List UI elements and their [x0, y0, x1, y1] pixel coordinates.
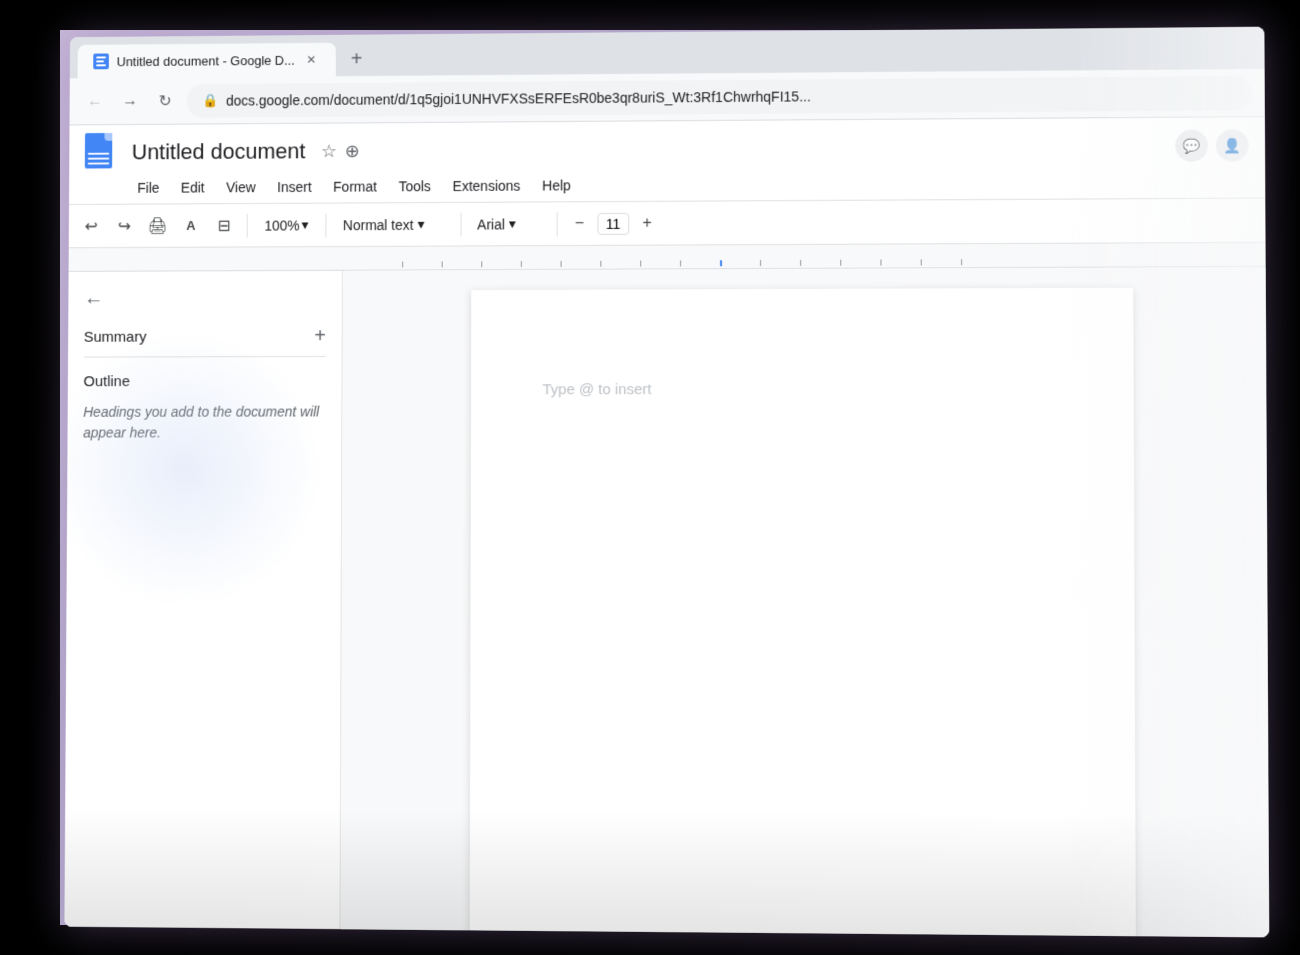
- font-size-minus-button[interactable]: −: [565, 210, 593, 238]
- doc-page[interactable]: Type @ to insert: [469, 288, 1136, 938]
- spell-check-button[interactable]: A: [176, 211, 206, 241]
- ruler-mark-7: [640, 260, 680, 266]
- menu-extensions[interactable]: Extensions: [443, 174, 531, 198]
- docs-area: Untitled document ☆ ⊕ 💬 👤 File Edit View…: [64, 117, 1269, 937]
- outline-empty-text: Headings you add to the document will ap…: [83, 402, 326, 444]
- ruler-mark-5: [561, 261, 601, 267]
- ruler-mark-6: [600, 261, 640, 267]
- font-value: Arial: [477, 216, 505, 232]
- ruler-mark-11: [800, 260, 840, 266]
- sidebar-back-button[interactable]: ←: [84, 287, 326, 311]
- ruler-mark-9: [720, 260, 760, 266]
- menu-tools[interactable]: Tools: [389, 174, 441, 198]
- summary-divider: [84, 356, 326, 358]
- style-selector[interactable]: Normal text ▾: [334, 211, 452, 238]
- summary-label: Summary: [84, 329, 147, 346]
- font-dropdown-icon: ▾: [509, 215, 516, 232]
- browser-window: Untitled document - Google D... ✕ + ← → …: [64, 27, 1269, 937]
- active-tab[interactable]: Untitled document - Google D... ✕: [78, 43, 336, 79]
- ruler-mark-2: [442, 261, 482, 267]
- refresh-button[interactable]: ↻: [151, 87, 178, 115]
- toolbar-divider-1: [247, 213, 248, 237]
- menu-edit[interactable]: Edit: [171, 176, 214, 200]
- header-right-icons: 💬 👤: [1175, 129, 1248, 162]
- docs-header: Untitled document ☆ ⊕ 💬 👤 File Edit View…: [69, 117, 1265, 205]
- menu-file[interactable]: File: [128, 176, 170, 200]
- font-selector[interactable]: Arial ▾: [469, 211, 548, 236]
- redo-button[interactable]: ↪: [110, 211, 139, 241]
- back-button[interactable]: ←: [81, 87, 108, 115]
- tab-title: Untitled document - Google D...: [117, 52, 295, 68]
- lock-icon: 🔒: [202, 92, 218, 108]
- docs-logo: [85, 133, 120, 173]
- ruler-mark-10: [760, 260, 800, 266]
- ruler-mark-4: [521, 261, 561, 267]
- font-size-plus-button[interactable]: +: [633, 209, 661, 237]
- zoom-value: 100%: [264, 217, 299, 233]
- ruler-mark-8: [680, 260, 720, 266]
- ruler-mark-1: [402, 261, 442, 267]
- ruler-mark-12: [840, 260, 880, 266]
- folder-plus-icon[interactable]: ⊕: [345, 141, 360, 162]
- new-tab-button[interactable]: +: [340, 42, 374, 76]
- menu-insert[interactable]: Insert: [267, 175, 321, 199]
- summary-add-button[interactable]: +: [314, 325, 326, 348]
- toolbar-divider-2: [325, 213, 326, 237]
- toolbar-divider-4: [557, 212, 558, 236]
- title-actions: ☆ ⊕: [321, 141, 360, 162]
- outline-sidebar: ← Summary + Outline Headings you add to …: [64, 271, 343, 937]
- ruler-mark-15: [961, 259, 1001, 265]
- address-bar-row: ← → ↻ 🔒 docs.google.com/document/d/1q5gj…: [70, 69, 1265, 126]
- comments-button[interactable]: 💬: [1175, 130, 1208, 162]
- menu-bar: File Edit View Insert Format Tools Exten…: [85, 169, 1249, 200]
- style-value: Normal text: [343, 216, 414, 232]
- address-field[interactable]: 🔒 docs.google.com/document/d/1q5gjoi1UNH…: [187, 76, 1253, 118]
- doc-content-area: ← Summary + Outline Headings you add to …: [64, 267, 1269, 937]
- menu-view[interactable]: View: [216, 175, 265, 199]
- undo-button[interactable]: ↩: [77, 211, 106, 241]
- url-text: docs.google.com/document/d/1q5gjoi1UNHVF…: [226, 88, 811, 108]
- docs-title-row: Untitled document ☆ ⊕ 💬 👤: [85, 125, 1249, 172]
- tab-close-button[interactable]: ✕: [303, 51, 321, 69]
- menu-help[interactable]: Help: [532, 173, 580, 197]
- doc-placeholder: Type @ to insert: [542, 380, 1060, 398]
- ruler-mark-14: [921, 259, 961, 265]
- summary-row: Summary +: [84, 325, 326, 348]
- zoom-selector[interactable]: 100% ▾: [256, 212, 318, 239]
- toolbar: ↩ ↪ 🖨 A ⊟ 100% ▾ Normal text ▾ Arial ▾ −: [69, 199, 1266, 249]
- menu-format[interactable]: Format: [323, 175, 386, 199]
- zoom-dropdown-icon: ▾: [302, 217, 309, 234]
- forward-button[interactable]: →: [116, 87, 143, 115]
- clone-formatting-button[interactable]: ⊟: [209, 210, 239, 240]
- font-size-display[interactable]: 11: [597, 212, 629, 234]
- tab-favicon: [93, 53, 109, 69]
- ruler-mark-13: [880, 259, 920, 265]
- outline-label: Outline: [83, 373, 325, 390]
- toolbar-divider-3: [460, 212, 461, 236]
- star-icon[interactable]: ☆: [321, 141, 337, 162]
- ruler-mark-3: [481, 261, 521, 267]
- doc-main[interactable]: Type @ to insert: [340, 267, 1269, 937]
- document-title[interactable]: Untitled document: [132, 139, 306, 166]
- style-dropdown-icon: ▾: [417, 216, 424, 233]
- print-button[interactable]: 🖨: [143, 211, 172, 241]
- share-button[interactable]: 👤: [1216, 129, 1249, 161]
